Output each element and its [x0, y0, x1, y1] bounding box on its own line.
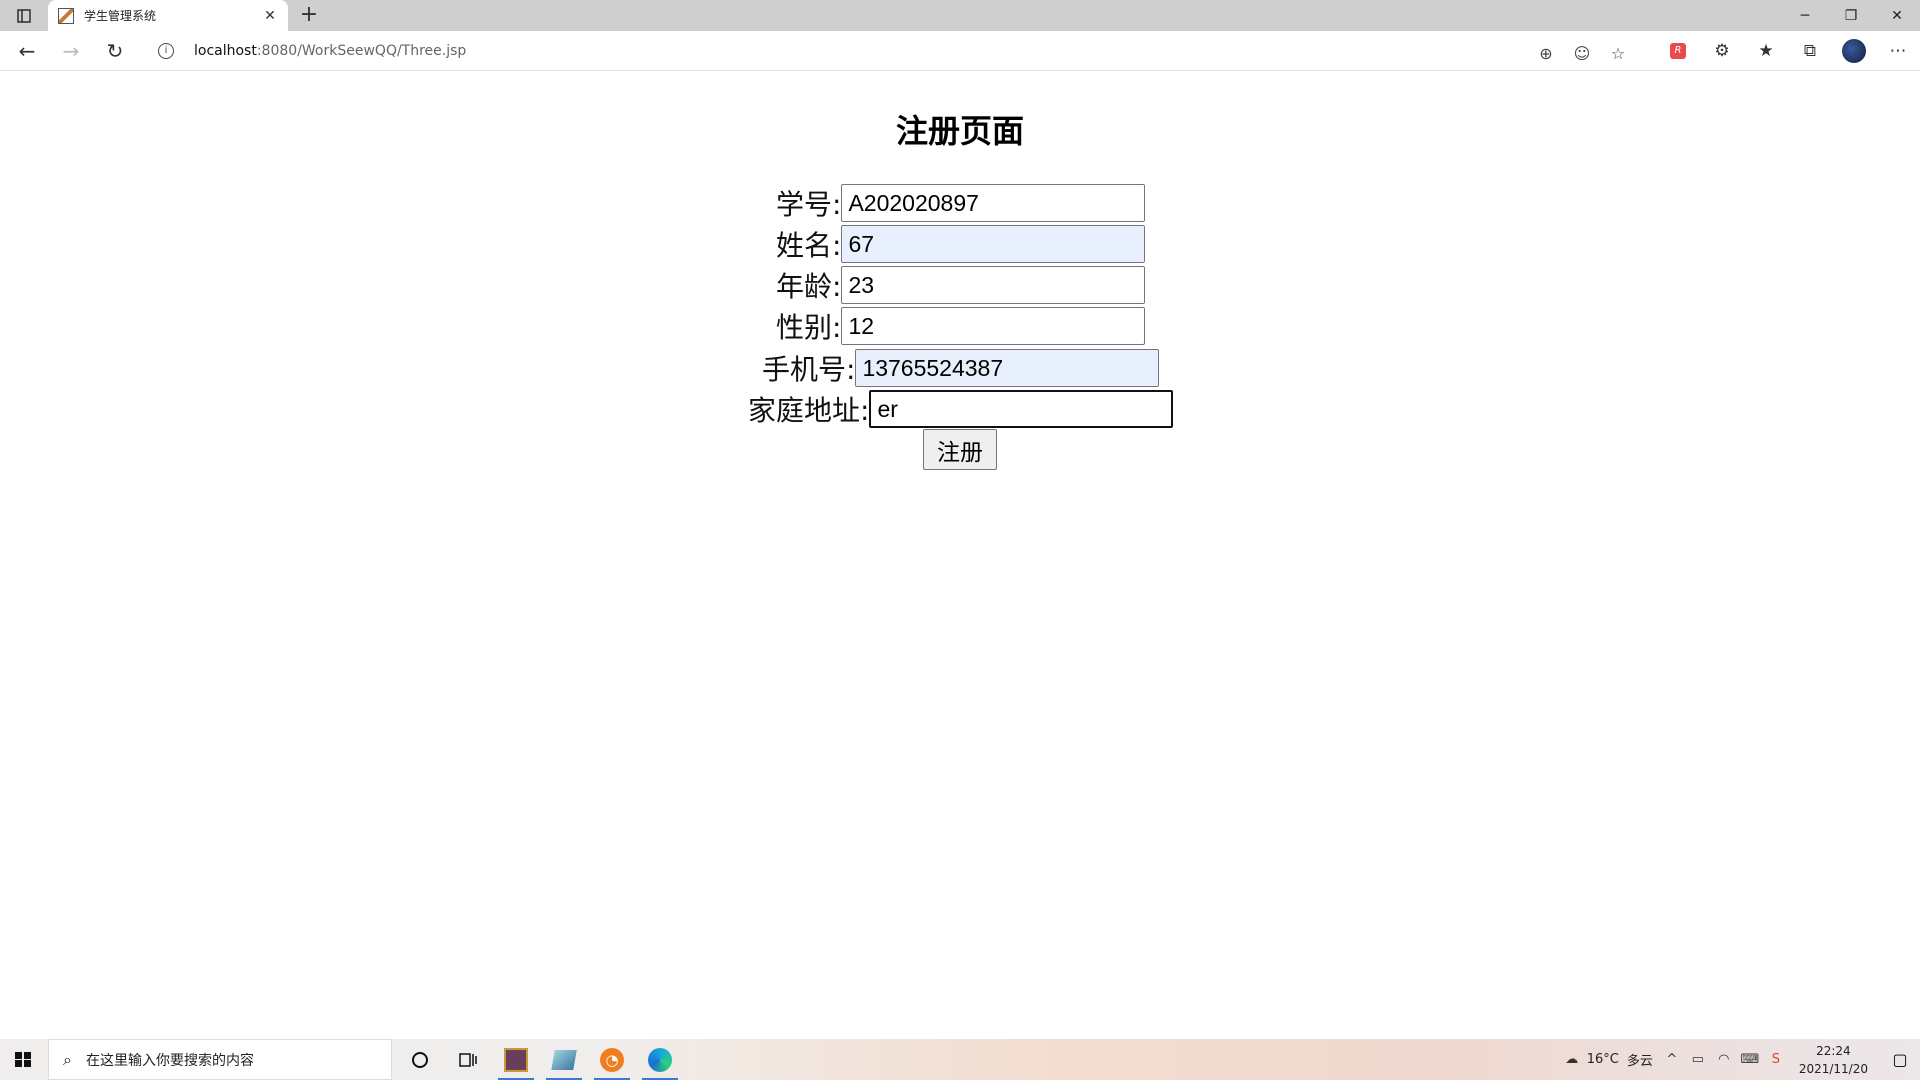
extensions-icon[interactable]: ⚙ [1700, 37, 1744, 65]
weather-description[interactable]: 多云 [1627, 1050, 1653, 1069]
extension-red-icon[interactable]: R [1656, 37, 1700, 65]
zoom-icon[interactable]: ⊕ [1528, 39, 1564, 67]
browser-toolbar: ← → ↻ i localhost:8080/WorkSeewQQ/Three.… [0, 31, 1920, 71]
tracking-icon[interactable]: ☺ [1564, 39, 1600, 67]
student-id-input[interactable] [841, 184, 1146, 222]
taskbar-search-box[interactable]: ⌕ 在这里输入你要搜索的内容 [48, 1039, 392, 1080]
battery-icon[interactable]: ▭ [1687, 1052, 1709, 1067]
taskbar-app-2-icon[interactable] [540, 1039, 588, 1080]
tab-title: 学生管理系统 [84, 9, 157, 23]
form-row-phone: 手机号: [762, 349, 1160, 387]
tab-actions-icon[interactable] [10, 6, 38, 26]
forward-button[interactable]: → [56, 37, 86, 65]
back-button[interactable]: ← [12, 37, 42, 65]
page-title: 注册页面 [895, 112, 1024, 150]
windows-logo-icon [15, 1051, 31, 1068]
tab-favicon-icon [58, 7, 74, 24]
register-button[interactable]: 注册 [923, 429, 997, 470]
browser-tab-bar: 学生管理系统 ✕ + ─ ❐ ✕ [0, 0, 1920, 31]
clock-time: 22:24 [1816, 1043, 1851, 1058]
phone-label: 手机号: [762, 353, 856, 386]
form-row-age: 年龄: [776, 266, 1146, 304]
input-method-icon[interactable]: S [1765, 1052, 1787, 1067]
browser-tab[interactable]: 学生管理系统 ✕ [48, 0, 288, 31]
address-input[interactable] [869, 390, 1174, 428]
address-label: 家庭地址: [748, 394, 870, 427]
student-id-label: 学号: [776, 188, 842, 221]
collections-icon[interactable]: ⧉ [1788, 37, 1832, 65]
url-path: :8080/WorkSeewQQ/Three.jsp [256, 43, 467, 59]
age-input[interactable] [841, 266, 1146, 304]
search-icon: ⌕ [63, 1049, 72, 1069]
restore-button[interactable]: ❐ [1828, 0, 1874, 31]
form-row-gender: 性别: [776, 307, 1146, 345]
weather-icon[interactable]: ☁ [1561, 1052, 1583, 1067]
system-clock[interactable]: 22:24 2021/11/20 [1799, 1042, 1868, 1078]
more-menu-icon[interactable]: ⋯ [1876, 37, 1920, 65]
edge-browser-icon[interactable] [636, 1039, 684, 1080]
search-placeholder: 在这里输入你要搜索的内容 [85, 1052, 254, 1069]
form-row-student-id: 学号: [776, 184, 1146, 222]
weather-temperature[interactable]: 16°C [1587, 1052, 1619, 1067]
taskbar-app-1-icon[interactable] [492, 1039, 540, 1080]
network-icon[interactable]: ◠ [1713, 1052, 1735, 1067]
address-bar[interactable]: i localhost:8080/WorkSeewQQ/Three.jsp ⊕ … [146, 35, 1636, 67]
gender-input[interactable] [841, 307, 1146, 345]
name-input[interactable] [841, 225, 1146, 263]
name-label: 姓名: [776, 229, 842, 262]
notification-center-icon[interactable]: ▢ [1880, 1039, 1920, 1080]
favorites-icon[interactable]: ★ [1744, 37, 1788, 65]
task-view-icon[interactable] [444, 1039, 492, 1080]
keyboard-icon[interactable]: ⌨ [1739, 1052, 1761, 1067]
gender-label: 性别: [776, 311, 842, 344]
tab-close-icon[interactable]: ✕ [262, 8, 278, 24]
new-tab-button[interactable]: + [296, 3, 322, 29]
windows-taskbar: ⌕ 在这里输入你要搜索的内容 ◔ ☁ 16°C 多云 ^ ▭ ◠ ⌨ S 22:… [0, 1039, 1920, 1080]
show-hidden-icons-icon[interactable]: ^ [1661, 1052, 1683, 1067]
page-content: 注册页面 学号: 姓名: 年龄: 性别: 手机号: 家庭地址: 注册 [0, 71, 1920, 1039]
form-row-address: 家庭地址: [748, 390, 1174, 428]
cortana-icon[interactable] [396, 1039, 444, 1080]
minimize-button[interactable]: ─ [1782, 0, 1828, 31]
url-host: localhost [194, 43, 257, 59]
start-button[interactable] [0, 1039, 46, 1080]
refresh-button[interactable]: ↻ [100, 37, 130, 65]
profile-avatar[interactable] [1832, 37, 1876, 65]
close-window-button[interactable]: ✕ [1874, 0, 1920, 31]
form-row-name: 姓名: [776, 225, 1146, 263]
add-favorite-icon[interactable]: ☆ [1600, 39, 1636, 67]
age-label: 年龄: [776, 270, 842, 303]
taskbar-app-3-icon[interactable]: ◔ [588, 1039, 636, 1080]
clock-date: 2021/11/20 [1798, 1061, 1868, 1076]
phone-input[interactable] [855, 349, 1160, 387]
site-info-icon[interactable]: i [158, 43, 174, 59]
